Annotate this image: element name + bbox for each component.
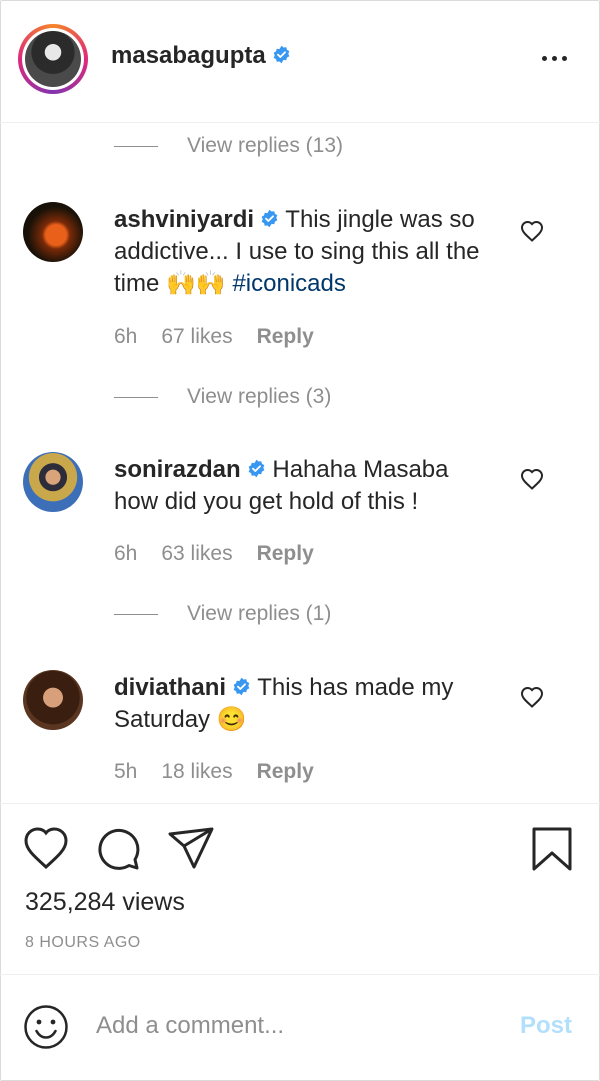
comment-time[interactable]: 5h xyxy=(114,760,137,783)
view-replies-label: View replies (3) xyxy=(187,385,332,408)
verified-badge-icon xyxy=(233,677,250,696)
reply-button[interactable]: Reply xyxy=(257,542,314,565)
profile-avatar[interactable] xyxy=(18,24,88,94)
comment-text: sonirazdan Hahaha Masaba how did you get… xyxy=(114,454,494,518)
reply-button[interactable]: Reply xyxy=(257,325,314,348)
verified-badge-icon xyxy=(273,45,290,64)
comment-likes[interactable]: 67 likes xyxy=(161,325,232,348)
verified-badge-icon xyxy=(261,209,278,228)
comment-hashtag[interactable]: #iconicads xyxy=(232,270,345,297)
comment-username[interactable]: ashviniyardi xyxy=(114,206,254,233)
comment-likes[interactable]: 63 likes xyxy=(161,542,232,565)
share-paper-plane-icon[interactable] xyxy=(166,826,216,870)
like-heart-icon[interactable] xyxy=(22,826,70,870)
commenter-avatar[interactable] xyxy=(23,202,83,262)
post-timestamp[interactable]: 8 HOURS AGO xyxy=(25,934,141,952)
header-username[interactable]: masabagupta xyxy=(111,42,266,69)
header-username-wrap: masabagupta xyxy=(111,42,291,70)
add-comment-bar: Post xyxy=(0,974,600,1079)
commenter-avatar[interactable] xyxy=(23,452,83,512)
comment-text: ashviniyardi This jingle was so addictiv… xyxy=(114,204,494,300)
like-comment-heart-icon[interactable] xyxy=(520,686,544,708)
like-comment-heart-icon[interactable] xyxy=(520,220,544,242)
like-comment-heart-icon[interactable] xyxy=(520,468,544,490)
comment-username[interactable]: diviathani xyxy=(114,674,226,701)
reply-button[interactable]: Reply xyxy=(257,760,314,783)
comment-meta: 6h 67 likes Reply xyxy=(114,325,338,349)
post-header: masabagupta xyxy=(0,0,600,123)
comment-username[interactable]: sonirazdan xyxy=(114,456,241,483)
post-actions: 325,284 views 8 HOURS AGO xyxy=(0,803,600,975)
comment-input[interactable] xyxy=(96,1006,496,1046)
view-replies-label: View replies (13) xyxy=(187,134,344,157)
commenter-avatar[interactable] xyxy=(23,670,83,730)
more-options-icon[interactable] xyxy=(540,52,570,66)
comment-bubble-icon[interactable] xyxy=(94,826,142,872)
comment-time[interactable]: 6h xyxy=(114,542,137,565)
post-comment-button[interactable]: Post xyxy=(520,1012,572,1040)
emoji-smiley-icon[interactable] xyxy=(23,1004,69,1050)
comment-meta: 6h 63 likes Reply xyxy=(114,542,338,566)
verified-badge-icon xyxy=(248,459,265,478)
view-count-text: 325,284 views xyxy=(25,888,185,916)
comment-time[interactable]: 6h xyxy=(114,325,137,348)
view-count[interactable]: 325,284 views xyxy=(25,888,185,917)
comment-text: diviathani This has made my Saturday 😊 xyxy=(114,672,494,736)
bookmark-icon[interactable] xyxy=(530,826,574,872)
comment-likes[interactable]: 18 likes xyxy=(161,760,232,783)
view-replies-label: View replies (1) xyxy=(187,602,332,625)
comment-meta: 5h 18 likes Reply xyxy=(114,760,338,784)
